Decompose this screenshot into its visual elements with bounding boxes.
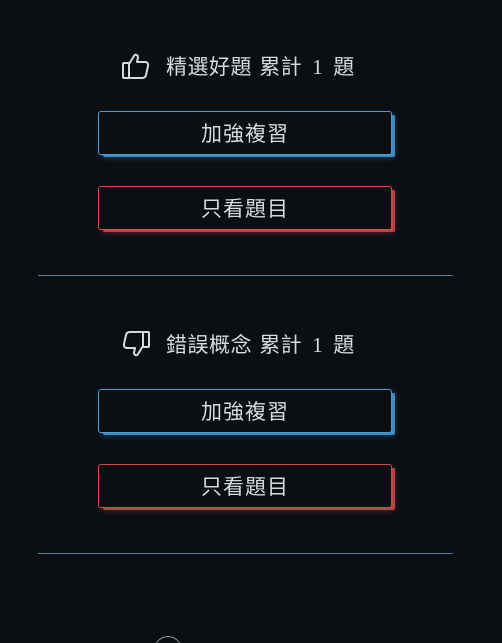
good-questions-title: 精選好題 累計 1 題 (166, 51, 355, 81)
wrong-concepts-total-label: 累計 (259, 333, 303, 357)
wrong-view-questions-button[interactable]: 只看題目 (98, 464, 392, 508)
wrong-concepts-title: 錯誤概念 累計 1 題 (166, 329, 355, 359)
good-view-questions-button[interactable]: 只看題目 (98, 186, 392, 230)
good-questions-unit: 題 (333, 55, 355, 79)
wrong-concepts-count: 1 (312, 333, 324, 357)
good-questions-label: 精選好題 (166, 55, 252, 79)
wrong-review-button[interactable]: 加強複習 (98, 389, 392, 433)
good-review-button[interactable]: 加強複習 (98, 111, 392, 155)
page: 精選好題 累計 1 題 加強複習 只看題目 錯誤概念 累計 1 題 加強複習 只看題目 (0, 0, 502, 643)
partial-circle-icon (154, 636, 182, 643)
thumbs-down-icon (120, 328, 152, 360)
good-questions-header: 精選好題 累計 1 題 (120, 46, 355, 86)
wrong-concepts-label: 錯誤概念 (166, 333, 252, 357)
good-questions-count: 1 (312, 55, 324, 79)
thumbs-up-icon (120, 50, 152, 82)
section-divider (38, 275, 453, 276)
good-questions-total-label: 累計 (259, 55, 303, 79)
wrong-concepts-header: 錯誤概念 累計 1 題 (120, 324, 355, 364)
wrong-concepts-unit: 題 (333, 333, 355, 357)
section-divider (38, 553, 453, 554)
